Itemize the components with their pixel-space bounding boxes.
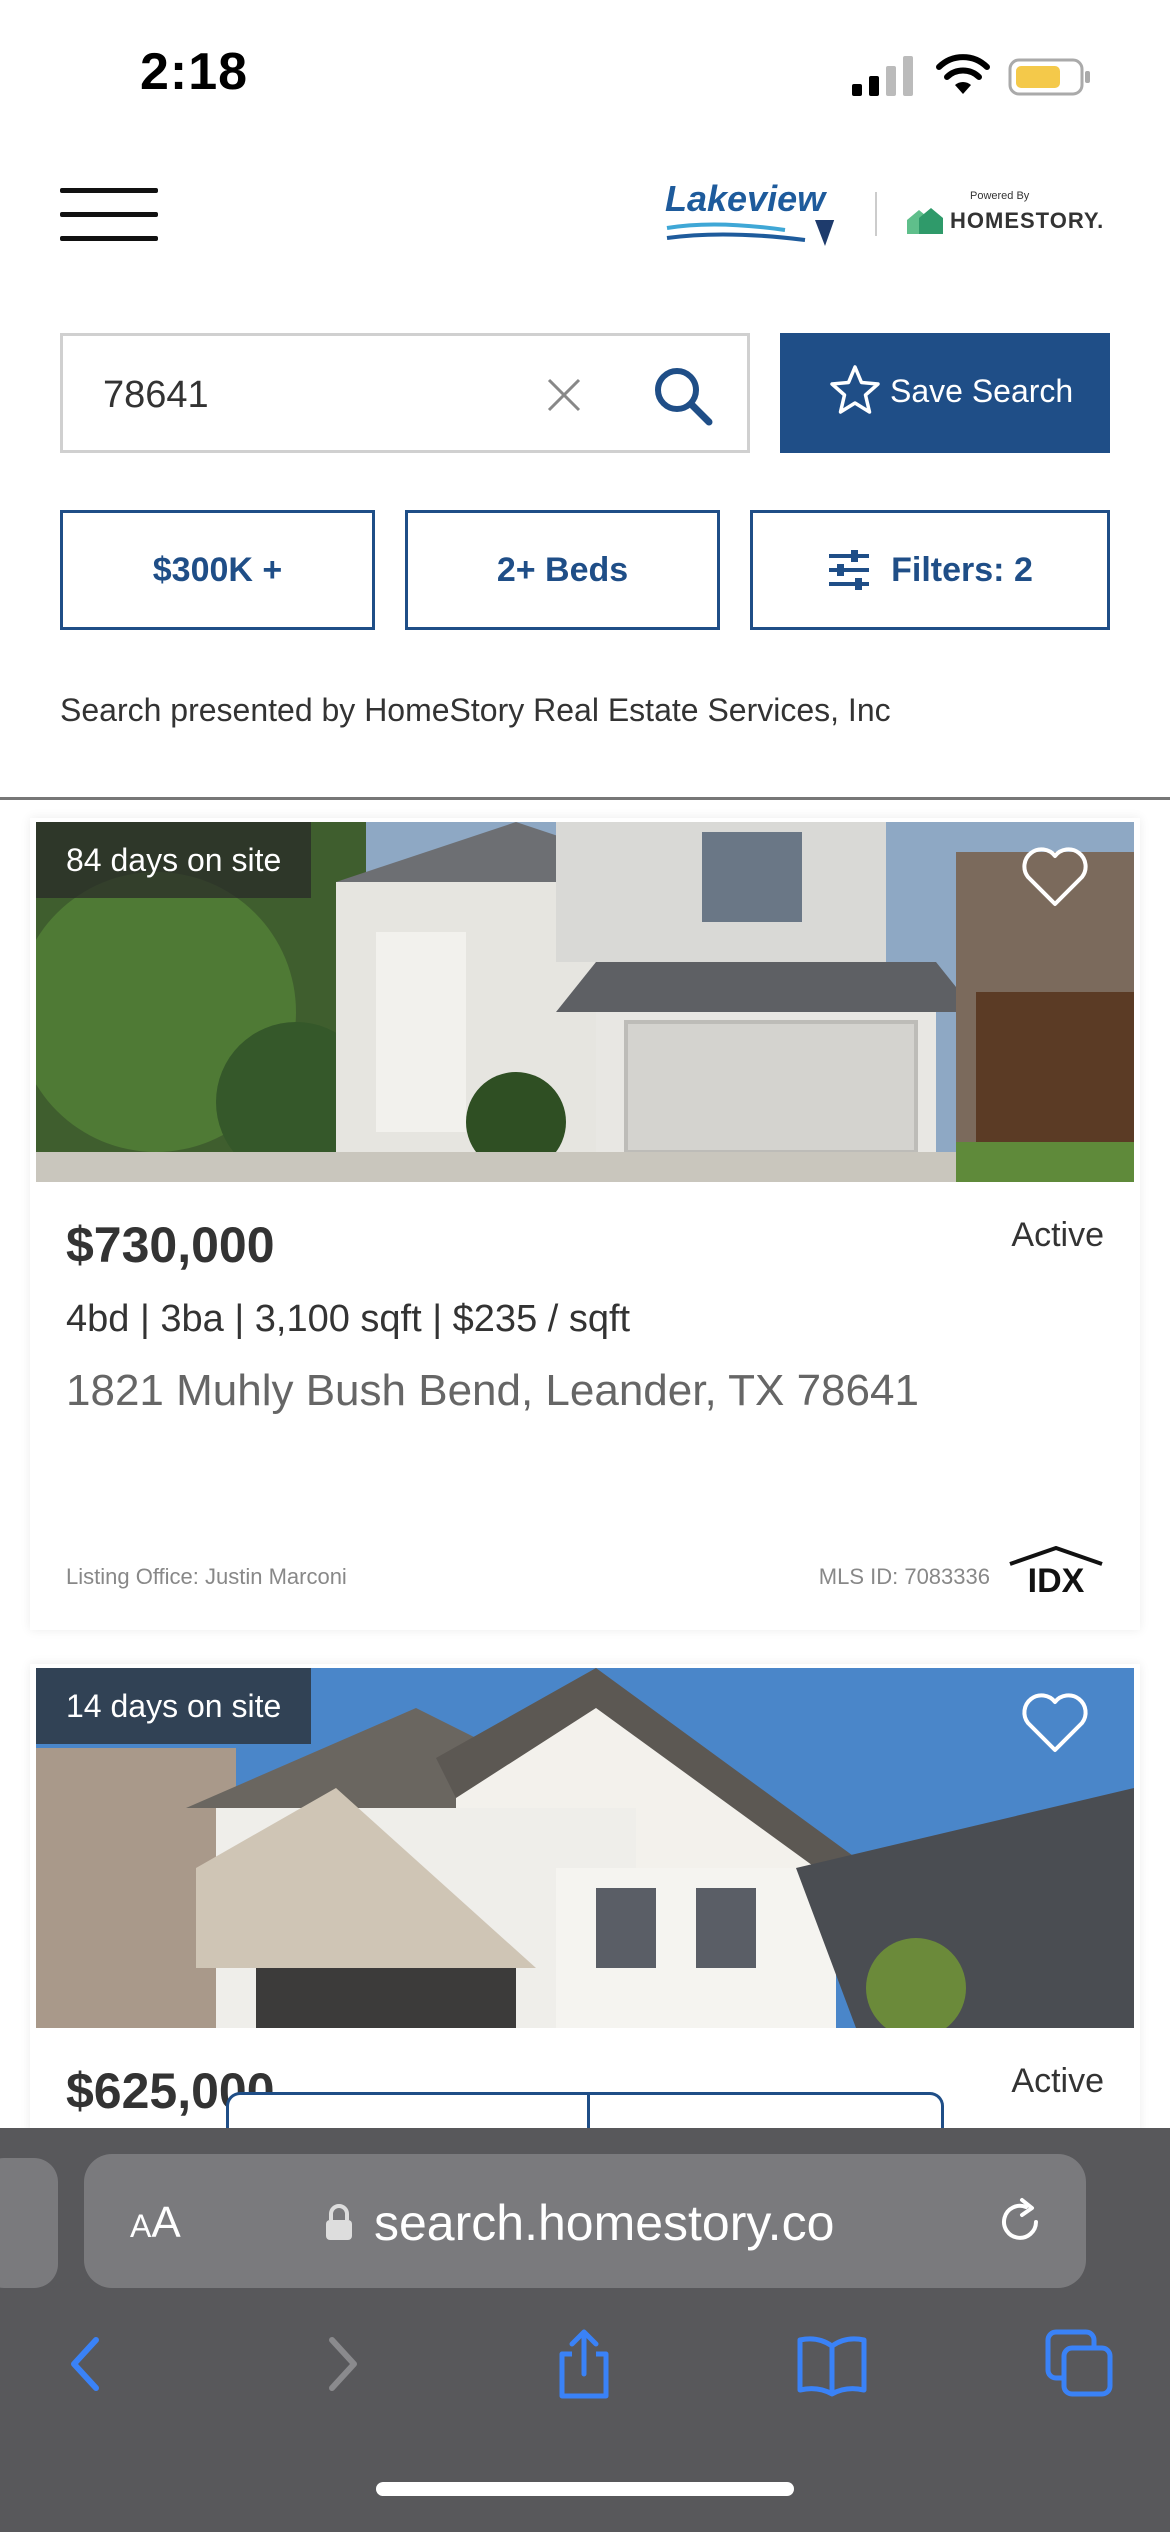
star-icon xyxy=(830,365,880,414)
status-time: 2:18 xyxy=(140,43,249,101)
beds-filter-button[interactable]: 2+ Beds xyxy=(405,510,720,630)
price-filter-label: $300K + xyxy=(152,550,283,589)
favorite-heart-icon[interactable] xyxy=(1020,1692,1090,1754)
price-filter-button[interactable]: $300K + xyxy=(60,510,375,630)
days-on-site-badge: 14 days on site xyxy=(36,1668,312,1744)
sliders-icon xyxy=(829,550,870,590)
text-size-button[interactable]: AA xyxy=(130,2198,181,2248)
tabs-icon[interactable] xyxy=(1044,2328,1116,2400)
battery-icon xyxy=(1008,58,1090,96)
search-input[interactable]: 78641 xyxy=(103,374,209,417)
home-indicator xyxy=(376,2482,794,2496)
header-divider xyxy=(0,797,1170,800)
url-text[interactable]: search.homestory.co xyxy=(374,2194,834,2252)
menu-icon xyxy=(60,188,158,193)
listing-status: Active xyxy=(1011,1216,1104,1254)
share-icon[interactable] xyxy=(548,2328,620,2400)
clear-icon[interactable] xyxy=(543,374,585,416)
menu-button[interactable] xyxy=(60,188,158,242)
lakeview-logo: Lakeview xyxy=(665,176,840,248)
browser-toolbar: AA search.homestory.co xyxy=(0,2128,1170,2532)
logo-divider xyxy=(875,192,877,236)
bookmarks-icon[interactable] xyxy=(796,2328,868,2400)
status-bar: 2:18 xyxy=(0,0,1170,150)
reload-icon[interactable] xyxy=(994,2196,1046,2248)
save-search-button[interactable]: Save Search xyxy=(780,333,1110,453)
forward-icon[interactable] xyxy=(304,2328,376,2400)
save-search-label: Save Search xyxy=(890,373,1074,409)
listing-office: Listing Office: Justin Marconi xyxy=(66,1564,347,1589)
previous-tab-preview[interactable] xyxy=(0,2158,58,2288)
favorite-heart-icon[interactable] xyxy=(1020,846,1090,908)
homestory-logo: Powered By HOMESTORY. xyxy=(905,190,1103,240)
listing-card[interactable]: 84 days on site $730,000 Active 4bd | 3b… xyxy=(30,818,1140,1630)
wifi-icon xyxy=(936,54,990,94)
listing-address[interactable]: 1821 Muhly Bush Bend, Leander, TX 78641 xyxy=(66,1366,919,1416)
listing-price: $730,000 xyxy=(66,1217,275,1273)
back-icon[interactable] xyxy=(52,2328,124,2400)
listing-status: Active xyxy=(1011,2062,1104,2100)
svg-text:IDX: IDX xyxy=(1028,1562,1085,1596)
cellular-signal-icon xyxy=(852,56,913,96)
more-filters-button[interactable]: Filters: 2 xyxy=(750,510,1110,630)
mls-id: MLS ID: 7083336 xyxy=(818,1564,990,1589)
waves-icon xyxy=(666,220,835,246)
days-on-site-badge: 84 days on site xyxy=(36,822,312,898)
powered-by-text: Powered By xyxy=(970,190,1030,202)
listing-details: 4bd | 3ba | 3,100 sqft | $235 / sqft xyxy=(66,1298,631,1340)
homestory-logo-text: HOMESTORY. xyxy=(950,208,1105,233)
presented-by-text: Search presented by HomeStory Real Estat… xyxy=(60,692,891,728)
listing-card[interactable]: 14 days on site $625,000 Active xyxy=(30,1664,1140,2134)
lock-icon xyxy=(326,2204,352,2240)
house-icon xyxy=(907,208,943,234)
search-field[interactable]: 78641 xyxy=(60,333,750,453)
lakeview-logo-text: Lakeview xyxy=(665,178,826,219)
idx-logo: IDX xyxy=(1009,1546,1103,1596)
search-icon[interactable] xyxy=(651,364,715,428)
beds-filter-label: 2+ Beds xyxy=(496,550,629,589)
address-bar[interactable]: AA search.homestory.co xyxy=(84,2154,1086,2288)
more-filters-label: Filters: 2 xyxy=(891,550,1033,589)
